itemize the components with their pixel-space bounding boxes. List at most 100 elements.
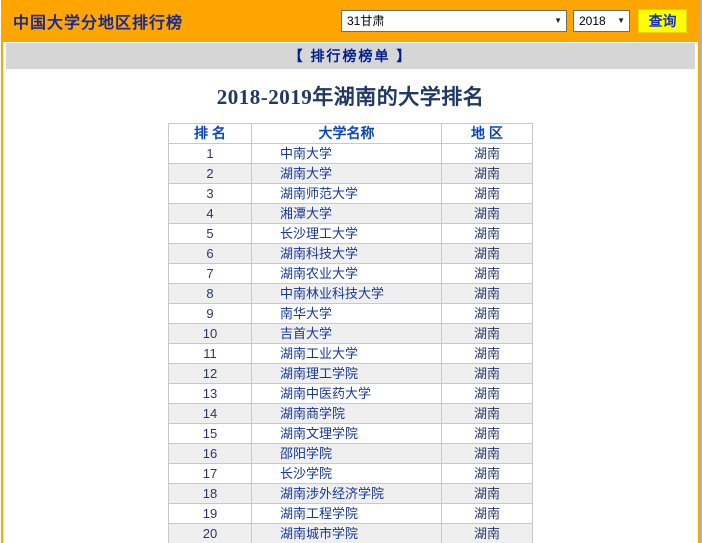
region-select-wrap: 31甘肃 ▼ <box>341 10 567 32</box>
page-container: 中国大学分地区排行榜 31甘肃 ▼ 2018 ▼ 查询 【 排行榜榜单 】 20… <box>1 0 700 543</box>
university-cell: 长沙理工大学 <box>251 223 442 244</box>
university-link[interactable]: 湖南农业大学 <box>280 266 358 281</box>
ranking-title: 2018-2019年湖南的大学排名 <box>216 85 485 109</box>
university-cell: 湘潭大学 <box>251 203 442 224</box>
university-column-header: 大学名称 <box>251 123 442 144</box>
university-cell: 湖南涉外经济学院 <box>251 483 442 504</box>
university-link[interactable]: 湖南文理学院 <box>280 426 358 441</box>
region-cell: 湖南 <box>441 403 533 424</box>
rank-cell: 19 <box>168 503 252 524</box>
university-cell: 湖南工程学院 <box>251 503 442 524</box>
rank-cell: 18 <box>168 483 252 504</box>
table-row: 9 南华大学 湖南 <box>168 303 533 324</box>
top-header-bar: 中国大学分地区排行榜 31甘肃 ▼ 2018 ▼ 查询 <box>3 0 698 42</box>
table-row: 6 湖南科技大学 湖南 <box>168 243 533 264</box>
table-row: 5 长沙理工大学 湖南 <box>168 223 533 244</box>
rank-cell: 2 <box>168 163 252 184</box>
table-row: 13 湖南中医药大学 湖南 <box>168 383 533 404</box>
university-cell: 中南大学 <box>251 143 442 164</box>
rank-cell: 17 <box>168 463 252 484</box>
region-cell: 湖南 <box>441 523 533 543</box>
table-row: 18 湖南涉外经济学院 湖南 <box>168 483 533 504</box>
table-row: 20 湖南城市学院 湖南 <box>168 523 533 543</box>
page-title: 中国大学分地区排行榜 <box>13 15 184 32</box>
university-link[interactable]: 湖南理工学院 <box>280 366 358 381</box>
rank-cell: 20 <box>168 523 252 543</box>
university-cell: 长沙学院 <box>251 463 442 484</box>
table-row: 8 中南林业科技大学 湖南 <box>168 283 533 304</box>
table-row: 12 湖南理工学院 湖南 <box>168 363 533 384</box>
ranking-table: 排 名 大学名称 地 区 1 中南大学 湖南 2 湖南大学 湖南 3 湖南师范大… <box>168 123 533 543</box>
university-link[interactable]: 湖南工程学院 <box>280 506 358 521</box>
rank-cell: 10 <box>168 323 252 344</box>
university-link[interactable]: 湖南师范大学 <box>280 186 358 201</box>
table-row: 17 长沙学院 湖南 <box>168 463 533 484</box>
university-link[interactable]: 湖南科技大学 <box>280 246 358 261</box>
table-row: 15 湖南文理学院 湖南 <box>168 423 533 444</box>
university-cell: 湖南城市学院 <box>251 523 442 543</box>
table-row: 14 湖南商学院 湖南 <box>168 403 533 424</box>
rank-cell: 12 <box>168 363 252 384</box>
university-cell: 湖南工业大学 <box>251 343 442 364</box>
university-cell: 湖南文理学院 <box>251 423 442 444</box>
university-link[interactable]: 吉首大学 <box>280 326 332 341</box>
region-cell: 湖南 <box>441 363 533 384</box>
region-cell: 湖南 <box>441 383 533 404</box>
region-cell: 湖南 <box>441 343 533 364</box>
rank-cell: 14 <box>168 403 252 424</box>
table-row: 1 中南大学 湖南 <box>168 143 533 164</box>
rank-cell: 9 <box>168 303 252 324</box>
university-link[interactable]: 湖南中医药大学 <box>280 386 371 401</box>
rank-column-header: 排 名 <box>168 123 252 144</box>
university-cell: 湖南大学 <box>251 163 442 184</box>
region-cell: 湖南 <box>441 483 533 504</box>
region-cell: 湖南 <box>441 423 533 444</box>
rank-cell: 13 <box>168 383 252 404</box>
university-link[interactable]: 南华大学 <box>280 306 332 321</box>
table-row: 7 湖南农业大学 湖南 <box>168 263 533 284</box>
university-cell: 湖南农业大学 <box>251 263 442 284</box>
rank-cell: 15 <box>168 423 252 444</box>
region-cell: 湖南 <box>441 323 533 344</box>
ranking-list-link[interactable]: 【 排行榜榜单 】 <box>289 46 413 66</box>
year-select[interactable]: 2018 <box>573 10 630 32</box>
university-link[interactable]: 湖南工业大学 <box>280 346 358 361</box>
region-cell: 湖南 <box>441 143 533 164</box>
university-link[interactable]: 湘潭大学 <box>280 206 332 221</box>
university-cell: 南华大学 <box>251 303 442 324</box>
university-link[interactable]: 邵阳学院 <box>280 446 332 461</box>
university-link[interactable]: 中南林业科技大学 <box>280 286 384 301</box>
university-link[interactable]: 长沙学院 <box>280 466 332 481</box>
region-select[interactable]: 31甘肃 <box>341 10 567 32</box>
university-link[interactable]: 湖南大学 <box>280 166 332 181</box>
table-row: 16 邵阳学院 湖南 <box>168 443 533 464</box>
region-column-header: 地 区 <box>441 123 533 144</box>
query-button[interactable]: 查询 <box>638 9 687 33</box>
university-link[interactable]: 长沙理工大学 <box>280 226 358 241</box>
university-cell: 中南林业科技大学 <box>251 283 442 304</box>
university-link[interactable]: 湖南涉外经济学院 <box>280 486 384 501</box>
region-cell: 湖南 <box>441 203 533 224</box>
table-row: 2 湖南大学 湖南 <box>168 163 533 184</box>
university-link[interactable]: 湖南商学院 <box>280 406 345 421</box>
rank-cell: 3 <box>168 183 252 204</box>
region-cell: 湖南 <box>441 183 533 204</box>
table-row: 11 湖南工业大学 湖南 <box>168 343 533 364</box>
region-cell: 湖南 <box>441 283 533 304</box>
rank-cell: 8 <box>168 283 252 304</box>
table-header-row: 排 名 大学名称 地 区 <box>168 123 533 144</box>
rank-cell: 4 <box>168 203 252 224</box>
region-cell: 湖南 <box>441 503 533 524</box>
table-row: 4 湘潭大学 湖南 <box>168 203 533 224</box>
university-cell: 邵阳学院 <box>251 443 442 464</box>
rank-cell: 5 <box>168 223 252 244</box>
rank-cell: 6 <box>168 243 252 264</box>
university-cell: 湖南中医药大学 <box>251 383 442 404</box>
region-cell: 湖南 <box>441 163 533 184</box>
region-cell: 湖南 <box>441 443 533 464</box>
university-cell: 湖南商学院 <box>251 403 442 424</box>
university-link[interactable]: 湖南城市学院 <box>280 526 358 541</box>
region-cell: 湖南 <box>441 223 533 244</box>
university-link[interactable]: 中南大学 <box>280 146 332 161</box>
university-cell: 湖南理工学院 <box>251 363 442 384</box>
